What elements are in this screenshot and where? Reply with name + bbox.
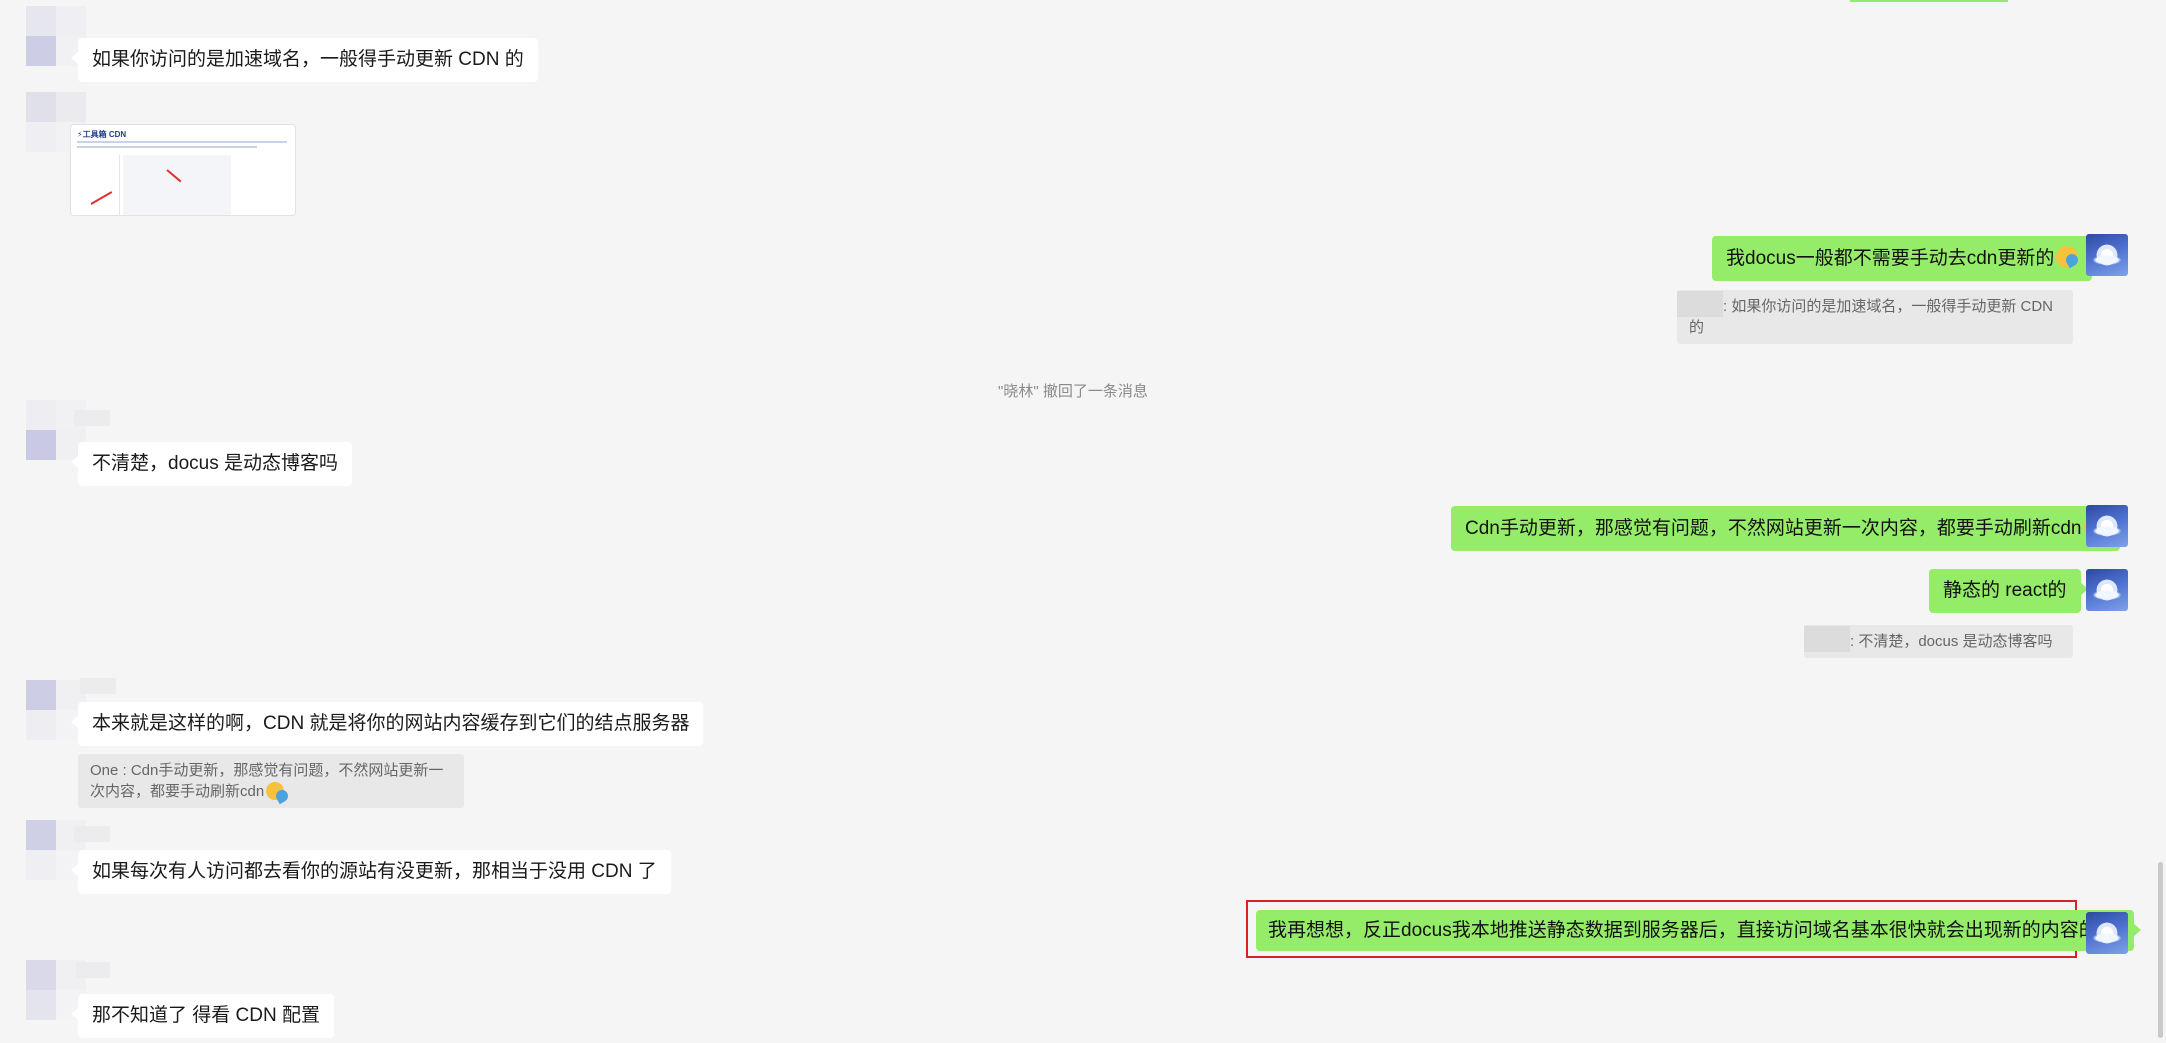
message-bubble-own[interactable]: 我docus一般都不需要手动去cdn更新的 <box>1712 236 2100 281</box>
thumbnail-title: ⚡工具箱 CDN <box>77 130 127 139</box>
quoted-reply[interactable]: : 如果你访问的是加速域名，一般得手动更新 CDN 的 <box>1677 290 2073 345</box>
recall-notice: "晓林" 撤回了一条消息 <box>998 383 1148 400</box>
message-bubble-own[interactable]: 我再想想，反正docus我本地推送静态数据到服务器后，直接访问域名基本很快就会出… <box>1256 910 2141 951</box>
message-bubble[interactable]: 不清楚，docus 是动态博客吗 <box>71 442 352 486</box>
blurred-username <box>76 962 110 978</box>
laugh-cry-emoji-icon <box>266 782 285 800</box>
blurred-username <box>1677 291 1723 318</box>
message-text: 如果你访问的是加速域名，一般得手动更新 CDN 的 <box>92 49 524 70</box>
thumbnail-sidebar <box>77 155 120 215</box>
avatar[interactable] <box>26 400 86 460</box>
quoted-reply[interactable]: One : Cdn手动更新，那感觉有问题，不然网站更新一次内容，都要手动刷新cd… <box>78 754 464 808</box>
blurred-username <box>74 410 110 426</box>
thumbnail-text-line <box>77 141 287 143</box>
message-text: 本来就是这样的啊，CDN 就是将你的网站内容缓存到它们的结点服务器 <box>92 713 690 734</box>
message-bubble[interactable]: 那不知道了 得看 CDN 配置 <box>70 994 335 1038</box>
image-message-thumbnail[interactable]: ⚡工具箱 CDN <box>70 124 296 216</box>
chat-scrollbar[interactable] <box>2158 862 2163 1038</box>
quoted-reply[interactable]: : 不清楚，docus 是动态博客吗 <box>1804 625 2073 659</box>
quote-text: : 如果你访问的是加速域名，一般得手动更新 CDN 的 <box>1689 298 2054 337</box>
previous-message-edge <box>1850 0 2008 2</box>
message-text: 那不知道了 得看 CDN 配置 <box>92 1005 321 1026</box>
message-bubble-own[interactable]: 静态的 react的 <box>1929 569 2088 613</box>
flower-avatar-icon[interactable] <box>2086 569 2128 611</box>
message-text: 不清楚，docus 是动态博客吗 <box>92 453 338 474</box>
message-text: 如果每次有人访问都去看你的源站有没更新，那相当于没用 CDN 了 <box>92 861 657 882</box>
blurred-username <box>74 826 110 842</box>
laugh-cry-emoji-icon <box>2056 246 2079 268</box>
avatar[interactable] <box>26 680 86 740</box>
message-text: Cdn手动更新，那感觉有问题，不然网站更新一次内容，都要手动刷新cdn <box>1465 518 2082 539</box>
quote-text: : 不清楚，docus 是动态博客吗 <box>1850 633 2053 650</box>
flower-avatar-icon[interactable] <box>2086 234 2128 276</box>
blurred-username <box>1804 626 1850 653</box>
flower-avatar-icon[interactable] <box>2086 912 2128 954</box>
message-bubble[interactable]: 如果你访问的是加速域名，一般得手动更新 CDN 的 <box>71 38 538 82</box>
message-text: 我docus一般都不需要手动去cdn更新的 <box>1726 248 2055 269</box>
message-bubble[interactable]: 如果每次有人访问都去看你的源站有没更新，那相当于没用 CDN 了 <box>71 850 671 894</box>
blurred-username <box>80 678 116 694</box>
message-bubble-own[interactable]: Cdn手动更新，那感觉有问题，不然网站更新一次内容，都要手动刷新cdn <box>1451 506 2126 551</box>
flower-avatar-icon[interactable] <box>2086 505 2128 547</box>
message-bubble[interactable]: 本来就是这样的啊，CDN 就是将你的网站内容缓存到它们的结点服务器 <box>70 702 704 746</box>
message-text: 静态的 react的 <box>1943 580 2067 601</box>
thumbnail-text-line <box>77 146 257 148</box>
thumbnail-panel <box>123 155 231 215</box>
message-text: 我再想想，反正docus我本地推送静态数据到服务器后，直接访问域名基本很快就会出… <box>1268 920 2098 941</box>
